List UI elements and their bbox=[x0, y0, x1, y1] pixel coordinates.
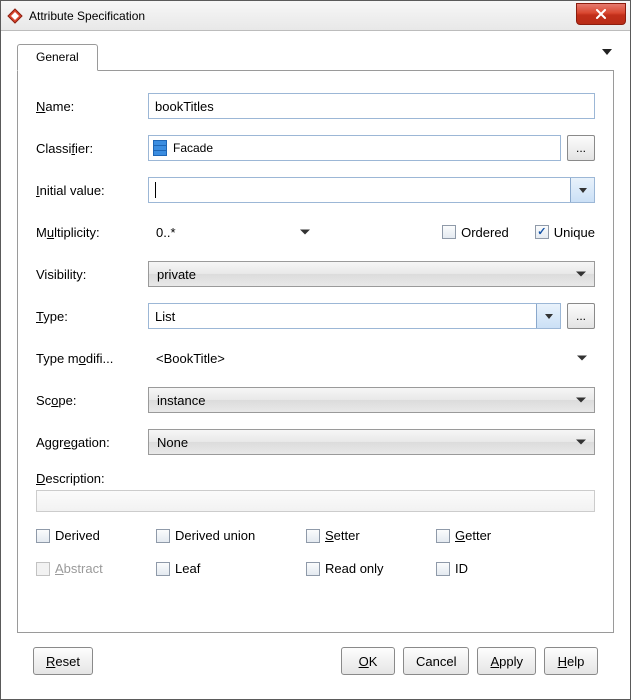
cancel-label: Cancel bbox=[416, 654, 456, 669]
dialog-content: General Name: Classifier: bbox=[1, 31, 630, 699]
label-multiplicity: Multiplicity: bbox=[36, 225, 148, 240]
classifier-field[interactable]: Facade bbox=[148, 135, 561, 161]
aggregation-combo[interactable]: None bbox=[148, 429, 595, 455]
name-input[interactable] bbox=[148, 93, 595, 119]
chevron-down-icon bbox=[576, 440, 586, 445]
id-label: ID bbox=[455, 561, 468, 576]
label-classifier: Classifier: bbox=[36, 141, 148, 156]
ok-button[interactable]: OK bbox=[341, 647, 395, 675]
chevron-down-icon bbox=[576, 398, 586, 403]
window-title: Attribute Specification bbox=[29, 9, 145, 23]
button-bar: Reset OK Cancel Apply Help bbox=[17, 633, 614, 689]
label-description: Description: bbox=[36, 471, 595, 486]
close-button[interactable] bbox=[576, 3, 626, 25]
row-description: Description: bbox=[36, 471, 595, 512]
tab-menu-icon[interactable] bbox=[602, 49, 612, 55]
leaf-label: Leaf bbox=[175, 561, 200, 576]
unique-label: Unique bbox=[554, 225, 595, 240]
type-modifier-combo[interactable]: <BookTitle> bbox=[148, 345, 595, 371]
getter-label: Getter bbox=[455, 528, 491, 543]
titlebar: Attribute Specification bbox=[1, 1, 630, 31]
row-multiplicity: Multiplicity: 0..* Ordered Uni bbox=[36, 219, 595, 245]
derived-label: Derived bbox=[55, 528, 100, 543]
derived-union-checkbox[interactable]: Derived union bbox=[156, 528, 306, 543]
cancel-button[interactable]: Cancel bbox=[403, 647, 469, 675]
type-combo[interactable]: List bbox=[148, 303, 561, 329]
row-name: Name: bbox=[36, 93, 595, 119]
multiplicity-value: 0..* bbox=[156, 225, 176, 240]
tab-row: General bbox=[17, 43, 614, 71]
tab-body: Name: Classifier: Facade ... bbox=[17, 70, 614, 633]
label-initial: Initial value: bbox=[36, 183, 148, 198]
scope-combo[interactable]: instance bbox=[148, 387, 595, 413]
apply-button[interactable]: Apply bbox=[477, 647, 536, 675]
checkbox-icon bbox=[36, 529, 50, 543]
dialog-window: Attribute Specification General Name: bbox=[0, 0, 631, 700]
ordered-label: Ordered bbox=[461, 225, 509, 240]
help-button[interactable]: Help bbox=[544, 647, 598, 675]
unique-checkbox[interactable]: Unique bbox=[535, 225, 595, 240]
type-value: List bbox=[155, 309, 175, 324]
readonly-checkbox[interactable]: Read only bbox=[306, 561, 436, 576]
classifier-browse-button[interactable]: ... bbox=[567, 135, 595, 161]
label-type: Type: bbox=[36, 309, 148, 324]
leaf-checkbox[interactable]: Leaf bbox=[156, 561, 306, 576]
derived-union-label: Derived union bbox=[175, 528, 255, 543]
readonly-label: Read only bbox=[325, 561, 384, 576]
chevron-down-icon bbox=[576, 272, 586, 277]
abstract-label: Abstract bbox=[55, 561, 103, 576]
label-type-modifier: Type modifi... bbox=[36, 351, 148, 366]
visibility-combo[interactable]: private bbox=[148, 261, 595, 287]
row-classifier: Classifier: Facade ... bbox=[36, 135, 595, 161]
text-caret bbox=[155, 182, 156, 198]
checkbox-icon bbox=[306, 529, 320, 543]
visibility-value: private bbox=[157, 267, 196, 282]
flags-grid: Derived Derived union Setter Getter Abst… bbox=[36, 528, 595, 576]
row-type-modifier: Type modifi... <BookTitle> bbox=[36, 345, 595, 371]
checkbox-icon bbox=[535, 225, 549, 239]
row-visibility: Visibility: private bbox=[36, 261, 595, 287]
checkbox-icon bbox=[436, 562, 450, 576]
aggregation-value: None bbox=[157, 435, 188, 450]
row-scope: Scope: instance bbox=[36, 387, 595, 413]
getter-checkbox[interactable]: Getter bbox=[436, 528, 546, 543]
app-icon bbox=[7, 8, 23, 24]
type-dropdown-button[interactable] bbox=[536, 304, 560, 328]
derived-checkbox[interactable]: Derived bbox=[36, 528, 156, 543]
type-modifier-value: <BookTitle> bbox=[156, 351, 225, 366]
checkbox-icon bbox=[442, 225, 456, 239]
scope-value: instance bbox=[157, 393, 205, 408]
chevron-down-icon bbox=[577, 356, 587, 361]
chevron-down-icon bbox=[300, 230, 310, 235]
label-name: Name: bbox=[36, 99, 148, 114]
checkbox-icon bbox=[156, 562, 170, 576]
checkbox-icon bbox=[36, 562, 50, 576]
initial-value-combo[interactable] bbox=[148, 177, 595, 203]
multiplicity-combo[interactable]: 0..* bbox=[148, 219, 318, 245]
checkbox-icon bbox=[156, 529, 170, 543]
tab-general[interactable]: General bbox=[17, 44, 98, 71]
classifier-value: Facade bbox=[173, 141, 213, 155]
initial-value-dropdown-button[interactable] bbox=[570, 178, 594, 202]
id-checkbox[interactable]: ID bbox=[436, 561, 546, 576]
label-aggregation: Aggregation: bbox=[36, 435, 148, 450]
abstract-checkbox: Abstract bbox=[36, 561, 156, 576]
ordered-checkbox[interactable]: Ordered bbox=[442, 225, 509, 240]
row-initial: Initial value: bbox=[36, 177, 595, 203]
tab-general-label: General bbox=[36, 50, 79, 64]
setter-label: Setter bbox=[325, 528, 360, 543]
type-browse-button[interactable]: ... bbox=[567, 303, 595, 329]
description-field[interactable] bbox=[36, 490, 595, 512]
label-visibility: Visibility: bbox=[36, 267, 148, 282]
checkbox-icon bbox=[306, 562, 320, 576]
row-type: Type: List ... bbox=[36, 303, 595, 329]
checkbox-icon bbox=[436, 529, 450, 543]
class-icon bbox=[153, 140, 167, 156]
setter-checkbox[interactable]: Setter bbox=[306, 528, 436, 543]
row-aggregation: Aggregation: None bbox=[36, 429, 595, 455]
reset-button[interactable]: Reset bbox=[33, 647, 93, 675]
label-scope: Scope: bbox=[36, 393, 148, 408]
